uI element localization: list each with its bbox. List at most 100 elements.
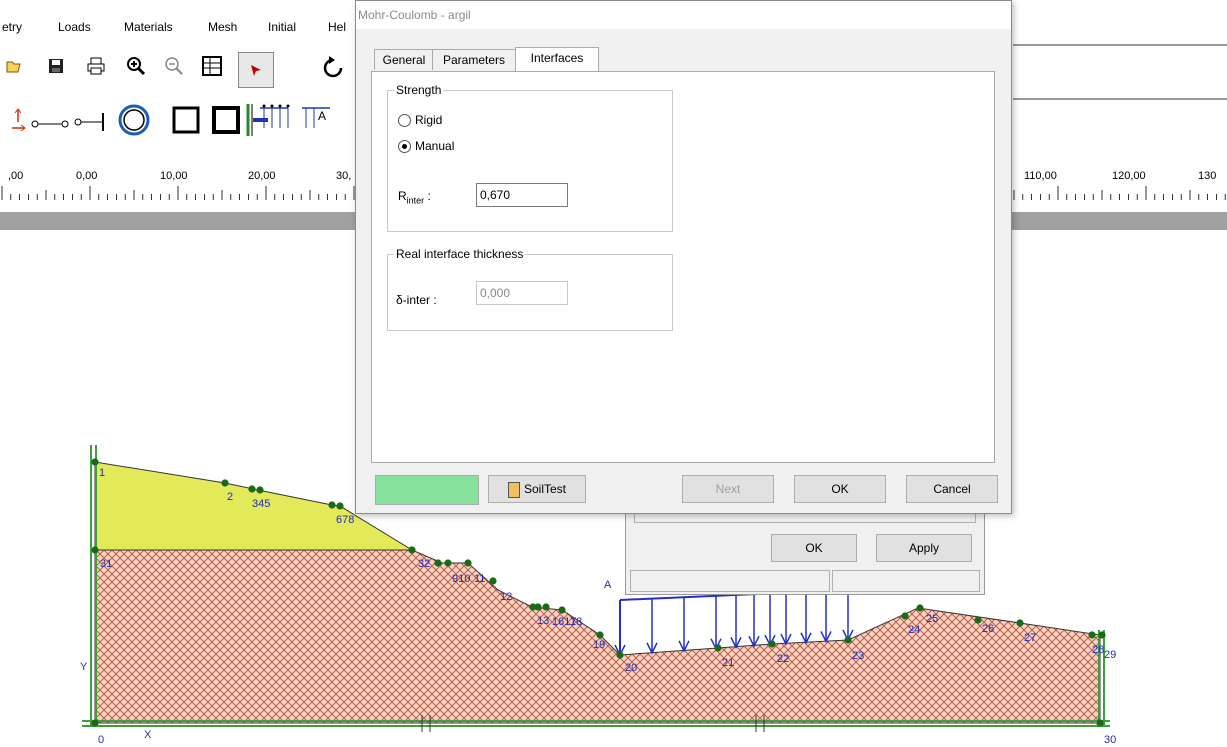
geometry-point[interactable] bbox=[1098, 631, 1106, 639]
material-color-swatch[interactable] bbox=[375, 475, 479, 505]
rinter-colon: : bbox=[427, 189, 431, 203]
menu-help[interactable]: Hel bbox=[328, 20, 346, 34]
geometry-point[interactable] bbox=[558, 606, 566, 614]
ruler-label: 20,00 bbox=[248, 170, 276, 182]
mohr-coulomb-dialog: Mohr-Coulomb - argil General Parameters … bbox=[355, 0, 1012, 514]
zoom-in-icon[interactable] bbox=[122, 52, 150, 80]
apply-button[interactable]: Apply bbox=[876, 534, 972, 562]
geometry-point[interactable] bbox=[916, 604, 924, 612]
status-field bbox=[832, 570, 980, 592]
tab-general[interactable]: General bbox=[374, 49, 434, 70]
geometry-point[interactable] bbox=[464, 559, 472, 567]
strength-group: Strength Rigid Manual Rinter : 0,670 bbox=[387, 83, 673, 232]
ok-button-secondary[interactable]: OK bbox=[771, 534, 857, 562]
ruler-label: 0,00 bbox=[76, 170, 98, 182]
rigid-label: Rigid bbox=[415, 113, 443, 127]
axis-x-label: X bbox=[144, 729, 152, 741]
standard-fixities-icon[interactable] bbox=[170, 104, 202, 136]
geometry-point[interactable] bbox=[534, 603, 542, 611]
rinter-input[interactable]: 0,670 bbox=[476, 183, 568, 207]
thickness-legend: Real interface thickness bbox=[394, 247, 526, 261]
load-label: A bbox=[604, 579, 612, 591]
distributed-load-icon[interactable] bbox=[256, 102, 292, 138]
geometry-point[interactable] bbox=[91, 458, 99, 466]
geometry-point[interactable] bbox=[1096, 719, 1104, 727]
point-label: 23 bbox=[852, 650, 864, 662]
geometry-point[interactable] bbox=[328, 501, 336, 509]
point-label: 27 bbox=[1024, 632, 1036, 644]
geometry-point[interactable] bbox=[1088, 631, 1096, 639]
save-icon[interactable] bbox=[42, 52, 70, 80]
table-icon[interactable] bbox=[198, 52, 226, 80]
point-label: 11 bbox=[474, 573, 485, 585]
material-sets-dialog: OK Apply bbox=[625, 505, 985, 595]
svg-text:A: A bbox=[318, 109, 326, 123]
menu-materials[interactable]: Materials bbox=[124, 20, 173, 34]
geometry-point[interactable] bbox=[844, 636, 852, 644]
standard-box-icon[interactable] bbox=[210, 104, 242, 136]
cancel-button[interactable]: Cancel bbox=[906, 475, 998, 503]
point-label: 0 bbox=[98, 734, 104, 746]
soiltest-button[interactable]: SoilTest bbox=[488, 475, 586, 503]
toolbar-geometry: A bbox=[0, 98, 360, 148]
geometry-point[interactable] bbox=[974, 616, 982, 624]
geometry-point[interactable] bbox=[221, 479, 229, 487]
point-label: 1 bbox=[99, 467, 105, 479]
point-label: 20 bbox=[625, 662, 637, 674]
manual-radio[interactable]: Manual bbox=[398, 139, 454, 153]
ruler-label: 30, bbox=[336, 170, 352, 182]
ruler-label: 110,00 bbox=[1024, 170, 1057, 182]
geometry-point[interactable] bbox=[542, 603, 550, 611]
ruler-label: 10,00 bbox=[160, 170, 188, 182]
ok-button[interactable]: OK bbox=[794, 475, 886, 503]
geometry-point[interactable] bbox=[489, 577, 497, 585]
geometry-point[interactable] bbox=[596, 631, 604, 639]
rigid-radio[interactable]: Rigid bbox=[398, 113, 442, 127]
geometry-point[interactable] bbox=[901, 612, 909, 620]
geometry-point[interactable] bbox=[248, 485, 256, 493]
geometry-point[interactable] bbox=[91, 546, 99, 554]
open-icon[interactable] bbox=[0, 52, 28, 80]
delta-inter-input[interactable]: 0,000 bbox=[476, 281, 568, 305]
tunnel-icon[interactable] bbox=[116, 102, 152, 138]
toolbar-divider bbox=[1013, 44, 1227, 46]
load-arrow bbox=[614, 600, 626, 657]
thickness-group: Real interface thickness δ-inter : 0,000 bbox=[387, 247, 673, 331]
tab-interfaces[interactable]: Interfaces bbox=[515, 47, 599, 71]
geometry-point[interactable] bbox=[768, 640, 776, 648]
menu-initial[interactable]: Initial bbox=[268, 20, 296, 34]
point-label: 28 bbox=[1092, 644, 1104, 656]
next-button[interactable]: Next bbox=[682, 475, 774, 503]
tab-parameters[interactable]: Parameters bbox=[432, 49, 516, 70]
geometry-point[interactable] bbox=[336, 502, 344, 510]
load-arrow bbox=[842, 590, 854, 642]
menu-loads[interactable]: Loads bbox=[58, 20, 91, 34]
geometry-point[interactable] bbox=[434, 559, 442, 567]
menu-geometry[interactable]: etry bbox=[2, 20, 22, 34]
selection-arrow-icon[interactable] bbox=[238, 52, 274, 88]
geometry-point[interactable] bbox=[91, 719, 99, 727]
fixities-arrows-icon[interactable] bbox=[4, 108, 32, 136]
print-icon[interactable] bbox=[82, 52, 110, 80]
manual-label: Manual bbox=[415, 139, 455, 153]
geometry-point[interactable] bbox=[1016, 619, 1024, 627]
status-field bbox=[630, 570, 830, 592]
geometry-point[interactable] bbox=[616, 651, 624, 659]
load-arrow bbox=[748, 594, 760, 648]
load-arrow bbox=[820, 590, 832, 644]
fixed-end-anchor-icon[interactable] bbox=[74, 108, 108, 136]
geometry-point[interactable] bbox=[256, 486, 264, 494]
point-label: 31 bbox=[100, 558, 112, 570]
load-arrow bbox=[764, 593, 776, 647]
zoom-out-icon[interactable] bbox=[160, 52, 188, 80]
geometry-point[interactable] bbox=[714, 644, 722, 652]
geometry-point[interactable] bbox=[444, 559, 452, 567]
geometry-point[interactable] bbox=[408, 546, 416, 554]
soiltest-icon bbox=[507, 481, 520, 498]
rinter-main: R bbox=[398, 189, 407, 203]
node-to-node-anchor-icon[interactable] bbox=[30, 110, 70, 138]
point-label: 910 bbox=[452, 573, 470, 585]
menu-mesh[interactable]: Mesh bbox=[208, 20, 237, 34]
load-system-a-icon[interactable]: A bbox=[298, 102, 334, 138]
undo-icon[interactable] bbox=[320, 54, 348, 82]
